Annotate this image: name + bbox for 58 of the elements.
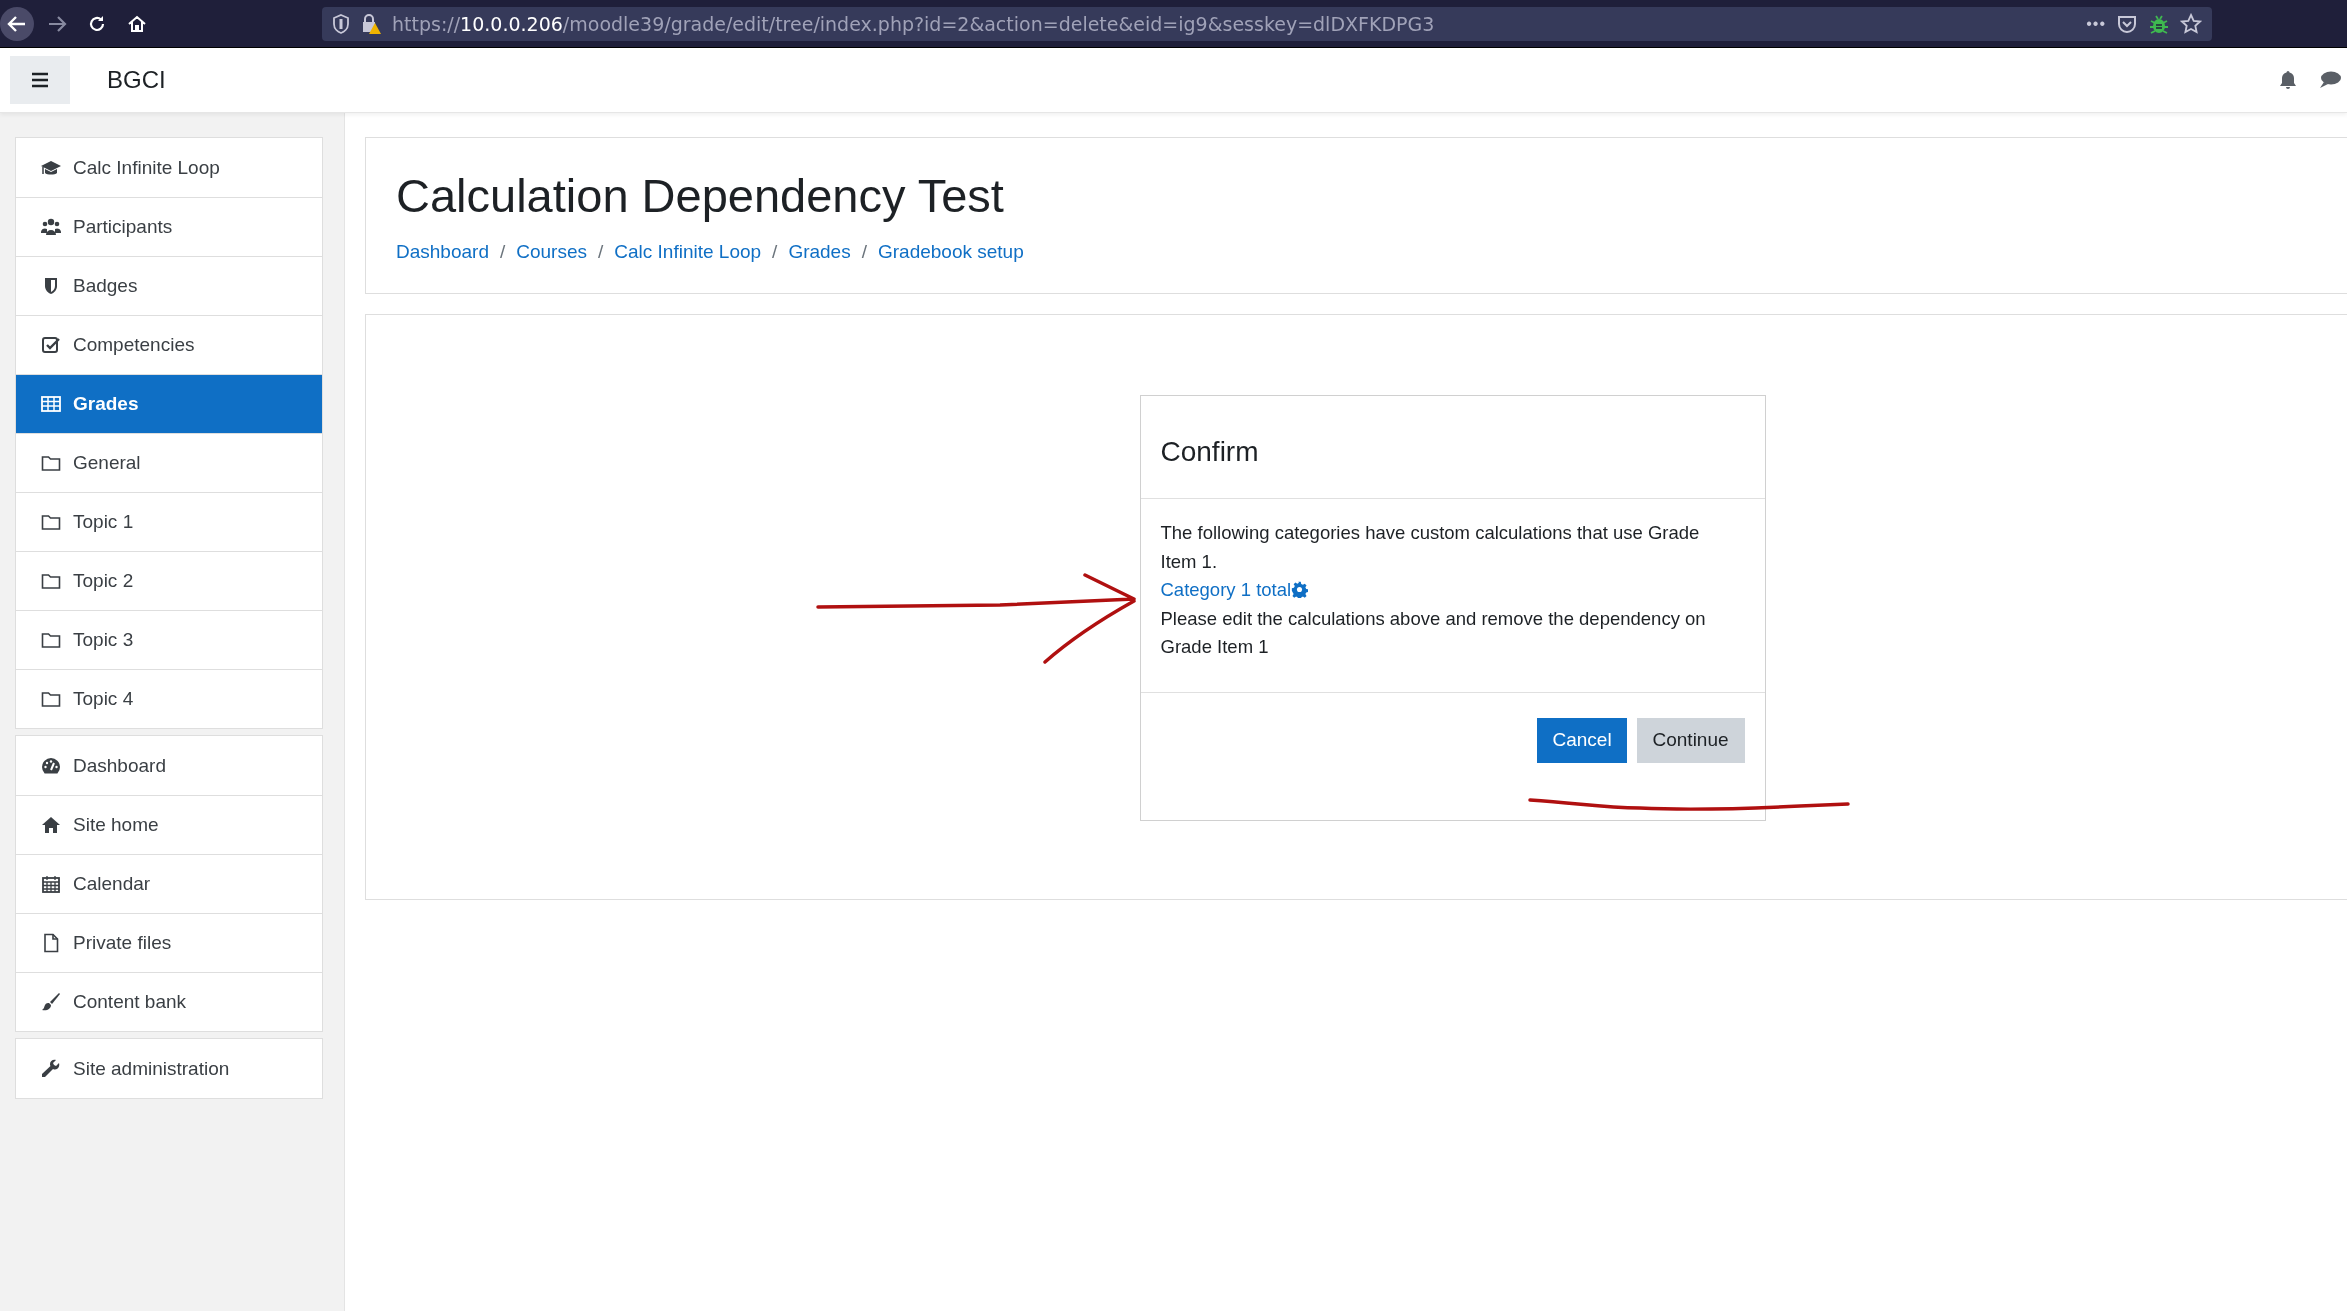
breadcrumb-separator: / <box>772 241 778 263</box>
speedometer-icon <box>41 755 61 776</box>
breadcrumb-separator: / <box>499 241 506 263</box>
breadcrumb-link[interactable]: Gradebook setup <box>877 241 1024 263</box>
paintbrush-icon <box>41 992 61 1012</box>
breadcrumb-separator: / <box>861 241 867 263</box>
url-text: https://10.0.0.206/moodle39/grade/edit/tree/index.php?id=2&action=delete&eid=ig9&sesskey=dlDXFKDPG3 <box>392 12 1436 35</box>
wrench-icon <box>41 1058 61 1079</box>
house-icon <box>41 815 61 835</box>
category-link[interactable]: Category 1 total <box>1160 579 1309 600</box>
users-icon <box>41 217 61 237</box>
breadcrumb-link[interactable]: Calc Infinite Loop <box>614 241 762 263</box>
sidebar-item[interactable]: Topic 2 <box>16 551 322 610</box>
gear-icon <box>1291 581 1309 598</box>
shield-icon <box>332 13 350 34</box>
folder-icon <box>41 689 61 709</box>
sidebar-item[interactable]: Site administration <box>16 1039 322 1098</box>
folder-icon <box>41 453 61 473</box>
breadcrumb-link[interactable]: Dashboard <box>396 241 489 263</box>
address-bar[interactable]: https://10.0.0.206/moodle39/grade/edit/tree/index.php?id=2&action=delete&eid=ig9&sesskey=dlDXFKDPG3 ••• <box>322 6 2212 41</box>
sidebar-item[interactable]: Dashboard <box>16 736 322 795</box>
more-actions-button[interactable]: ••• <box>2086 14 2106 33</box>
dialog-instruction: Please edit the calculations above and remove the dependency on Grade Item 1 <box>1160 606 1707 659</box>
sidebar-item[interactable]: Content bank <box>16 972 322 1031</box>
sidebar-item[interactable]: Calc Infinite Loop <box>16 138 322 197</box>
folder-icon <box>41 630 61 650</box>
page-title: Calculation Dependency Test <box>396 168 1005 223</box>
breadcrumb-link[interactable]: Grades <box>788 241 851 263</box>
sidebar-item[interactable]: Topic 3 <box>16 610 322 669</box>
menu-button[interactable] <box>10 56 70 104</box>
sidebar-item[interactable]: General <box>16 433 322 492</box>
breadcrumb-link[interactable]: Courses <box>516 241 587 263</box>
bell-icon[interactable] <box>2279 70 2297 90</box>
dialog-message: The following categories have custom calculations that use Grade Item 1. <box>1160 521 1701 574</box>
checkbox-icon <box>41 335 61 355</box>
star-icon[interactable] <box>2180 12 2202 35</box>
sidebar-item[interactable]: Site home <box>16 795 322 854</box>
sidebar-item[interactable]: Topic 1 <box>16 492 322 551</box>
sidebar-item[interactable]: Badges <box>16 256 322 315</box>
chat-bubble-icon[interactable] <box>2319 70 2341 90</box>
folder-icon <box>41 571 61 591</box>
insecure-lock-icon <box>360 12 382 35</box>
calendar-icon <box>41 874 61 894</box>
folder-icon <box>41 512 61 532</box>
table-icon <box>41 394 61 414</box>
sidebar-item[interactable]: Calendar <box>16 854 322 913</box>
sidebar-item[interactable]: Participants <box>16 197 322 256</box>
file-icon <box>41 933 61 953</box>
back-button[interactable] <box>0 6 34 41</box>
menu-icon <box>31 72 49 88</box>
sidebar-item[interactable]: Private files <box>16 913 322 972</box>
sidebar-item[interactable]: Topic 4 <box>16 669 322 728</box>
breadcrumb-separator: / <box>598 241 604 263</box>
site-name[interactable]: BGCI <box>107 66 166 94</box>
dialog-title: Confirm <box>1160 436 1260 468</box>
cancel-button[interactable]: Cancel <box>1536 717 1627 763</box>
continue-button[interactable]: Continue <box>1636 717 1745 763</box>
sidebar-item[interactable]: Grades <box>16 374 322 433</box>
